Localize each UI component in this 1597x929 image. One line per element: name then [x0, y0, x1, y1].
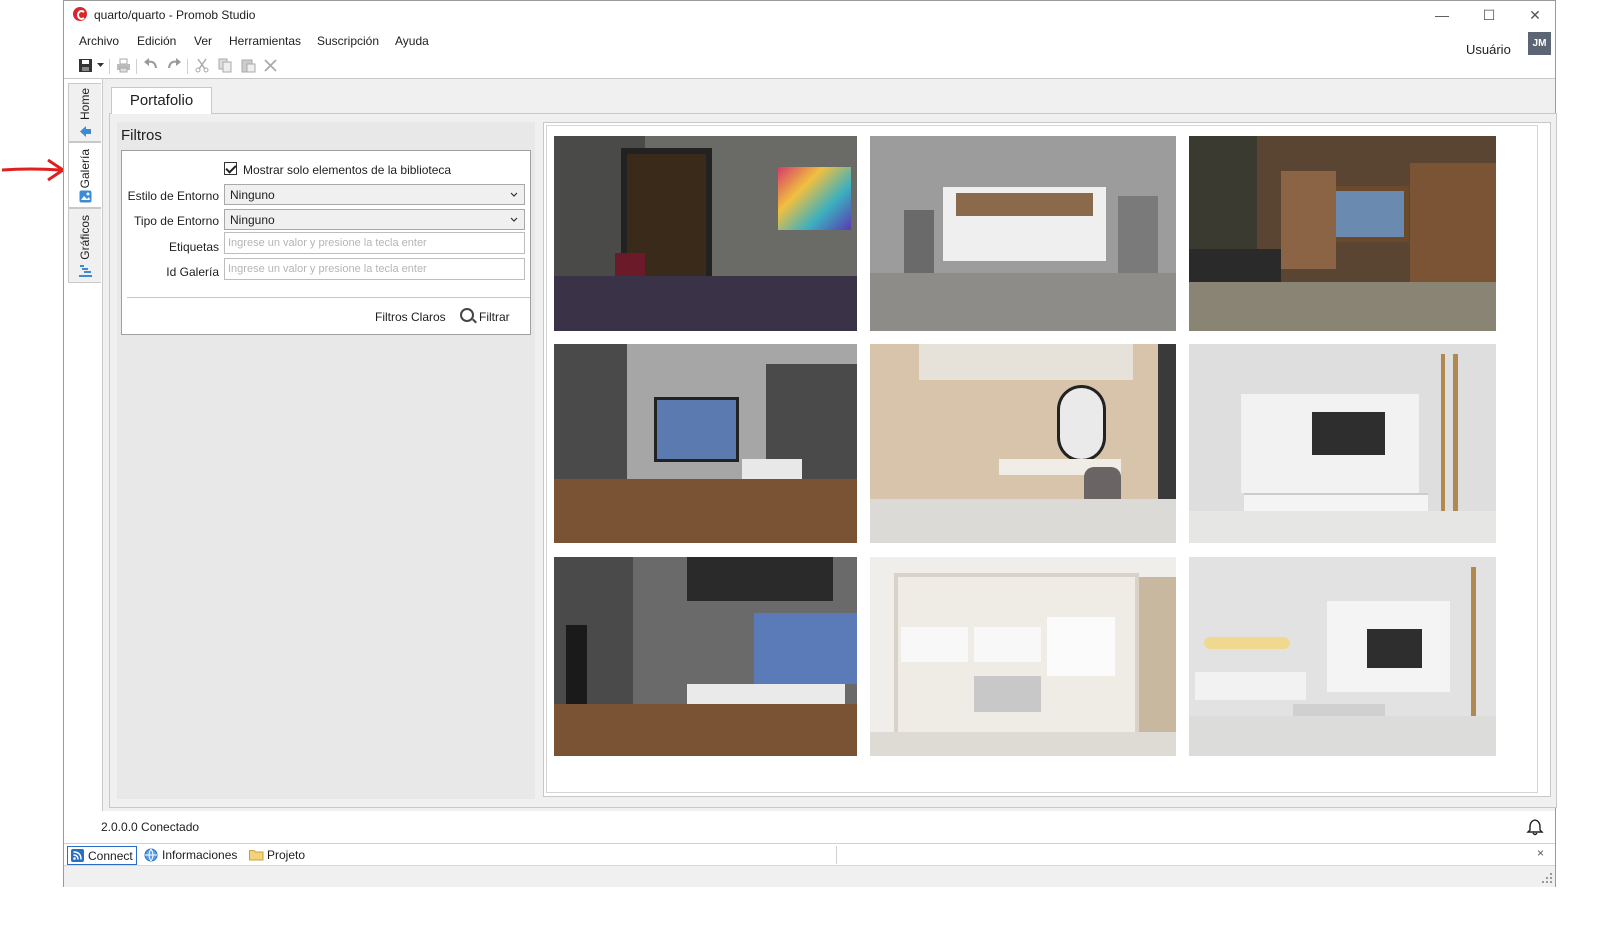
menu-edicion[interactable]: Edición: [137, 34, 176, 48]
library-only-label[interactable]: Mostrar solo elementos de la biblioteca: [243, 163, 451, 177]
toolbar-separator: [109, 59, 110, 74]
save-icon[interactable]: [78, 58, 93, 73]
cut-icon[interactable]: [195, 58, 209, 73]
estilo-label: Estilo de Entorno: [127, 189, 219, 203]
chevron-down-icon: [510, 217, 518, 222]
estilo-select[interactable]: Ninguno: [224, 184, 525, 205]
avatar[interactable]: JM: [1528, 32, 1551, 55]
clear-filters-button[interactable]: Filtros Claros: [375, 310, 446, 324]
redo-icon[interactable]: [166, 58, 182, 73]
gallery-thumbnail[interactable]: [1189, 344, 1496, 543]
bottom-tab-connect[interactable]: Connect: [67, 846, 137, 865]
bottom-tab-projeto-label: Projeto: [267, 848, 306, 862]
menu-archivo[interactable]: Archivo: [79, 34, 119, 48]
menu-ayuda[interactable]: Ayuda: [395, 34, 429, 48]
title-bar: quarto/quarto - Promob Studio — ☐ ✕: [64, 1, 1555, 29]
bottom-tabs-divider: [64, 843, 1555, 844]
etiquetas-label: Etiquetas: [168, 240, 219, 254]
gallery-grid: [546, 125, 1538, 793]
folder-icon: [249, 850, 264, 861]
id-galeria-label: Id Galería: [166, 265, 219, 279]
filters-title: Filtros: [121, 127, 162, 144]
toolbar-separator: [187, 59, 188, 74]
chevron-down-icon: [510, 192, 518, 197]
side-tab-galeria-label: Galería: [78, 149, 92, 189]
side-tab-graficos[interactable]: Gráficos: [68, 208, 101, 283]
gallery-thumbnail[interactable]: [1189, 557, 1496, 756]
bottom-tab-informaciones[interactable]: Informaciones: [144, 846, 244, 865]
tab-portafolio[interactable]: Portafolio: [111, 87, 212, 114]
gallery-thumbnail[interactable]: [554, 136, 857, 331]
chart-icon: [79, 265, 92, 277]
save-dropdown-icon[interactable]: [97, 63, 104, 68]
undo-icon[interactable]: [143, 58, 159, 73]
side-tab-home-label: Home: [78, 88, 92, 121]
globe-icon: [144, 848, 158, 862]
id-galeria-input[interactable]: [224, 258, 525, 280]
toolbar: [64, 55, 1555, 77]
menu-herramientas[interactable]: Herramientas: [229, 34, 301, 48]
menu-bar: Archivo Edición Ver Herramientas Suscrip…: [64, 31, 1555, 53]
bottom-tabs-separator: [836, 846, 837, 864]
main-window: quarto/quarto - Promob Studio — ☐ ✕ Arch…: [63, 0, 1557, 887]
status-bar: [64, 865, 1555, 887]
gallery-thumbnail[interactable]: [1189, 136, 1496, 331]
gallery-thumbnail[interactable]: [870, 557, 1176, 756]
close-button[interactable]: ✕: [1520, 5, 1550, 25]
bottom-tab-connect-label: Connect: [88, 849, 133, 863]
gallery-icon: [79, 190, 92, 203]
gallery-thumbnail[interactable]: [870, 136, 1176, 331]
side-tab-graficos-label: Gráficos: [78, 215, 92, 260]
print-icon[interactable]: [116, 58, 131, 73]
gallery-thumbnail[interactable]: [554, 557, 857, 756]
window-title: quarto/quarto - Promob Studio: [94, 8, 256, 22]
library-only-checkbox[interactable]: [224, 162, 237, 175]
bottom-tab-informaciones-label: Informaciones: [162, 848, 238, 862]
gallery-thumbnail[interactable]: [554, 344, 857, 543]
home-arrow-icon: [80, 126, 91, 137]
search-icon: [460, 308, 474, 322]
menu-suscripcion[interactable]: Suscripción: [317, 34, 379, 48]
red-annotation-arrow: [1, 158, 65, 182]
status-text: 2.0.0.0 Conectado: [101, 820, 200, 834]
menu-ver[interactable]: Ver: [194, 34, 212, 48]
copy-icon[interactable]: [218, 58, 232, 73]
estilo-value: Ninguno: [230, 188, 275, 202]
notification-bell-icon[interactable]: [1526, 818, 1544, 836]
side-tab-galeria[interactable]: Galería: [68, 142, 101, 208]
bottom-tab-projeto[interactable]: Projeto: [249, 846, 314, 865]
etiquetas-input[interactable]: [224, 232, 525, 254]
tipo-select[interactable]: Ninguno: [224, 209, 525, 230]
gallery-thumbnail[interactable]: [870, 344, 1176, 543]
tipo-label: Tipo de Entorno: [134, 214, 219, 228]
minimize-button[interactable]: —: [1427, 5, 1457, 25]
promob-logo-icon: [73, 7, 87, 21]
resize-grip-icon[interactable]: [1542, 873, 1552, 883]
toolbar-separator: [136, 59, 137, 74]
filter-divider: [127, 297, 530, 298]
side-tab-home[interactable]: Home: [68, 83, 101, 142]
rss-icon: [71, 849, 84, 862]
close-bottom-panel-button[interactable]: ×: [1537, 846, 1544, 860]
filter-button-label: Filtrar: [479, 310, 510, 324]
filter-button[interactable]: Filtrar: [458, 307, 518, 325]
tipo-value: Ninguno: [230, 213, 275, 227]
paste-icon[interactable]: [241, 58, 256, 73]
delete-icon[interactable]: [264, 59, 277, 72]
maximize-button[interactable]: ☐: [1474, 5, 1504, 25]
